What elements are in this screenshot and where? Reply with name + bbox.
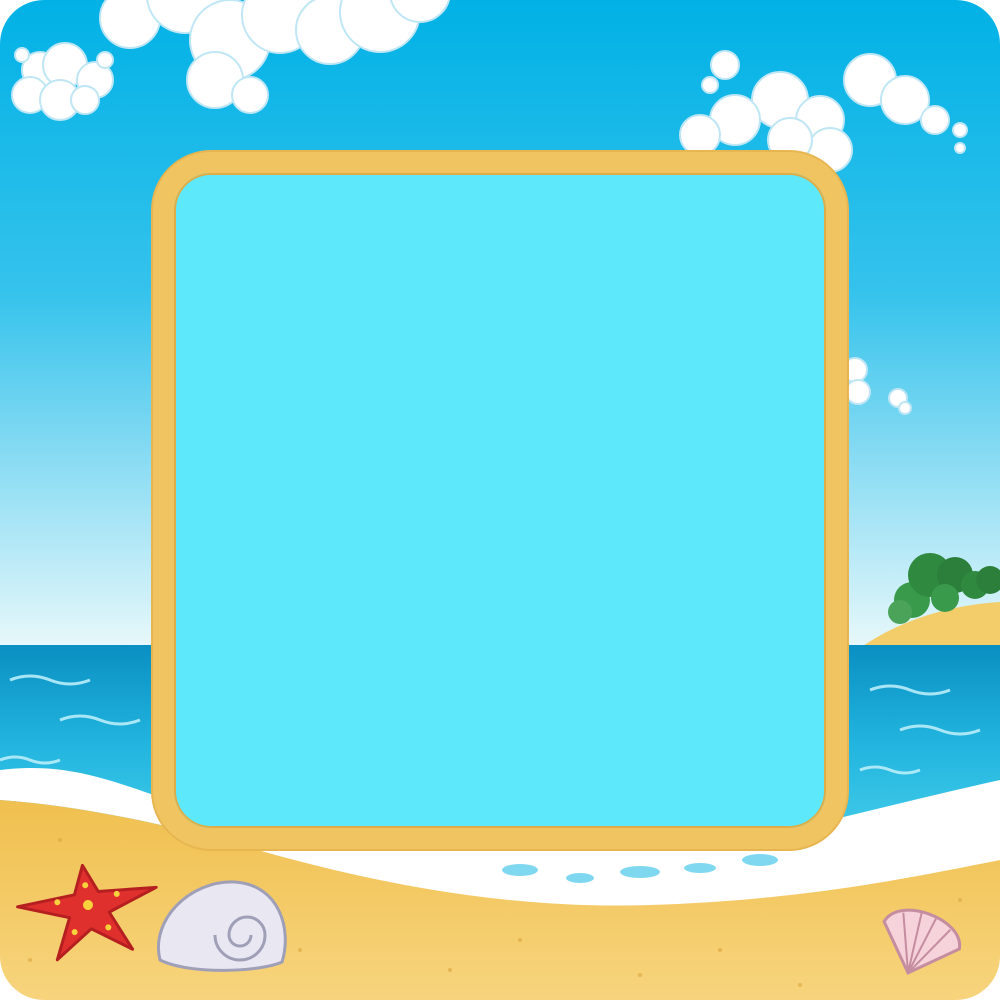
beach-scene: [0, 0, 1000, 1000]
photo-frame: [153, 152, 847, 849]
